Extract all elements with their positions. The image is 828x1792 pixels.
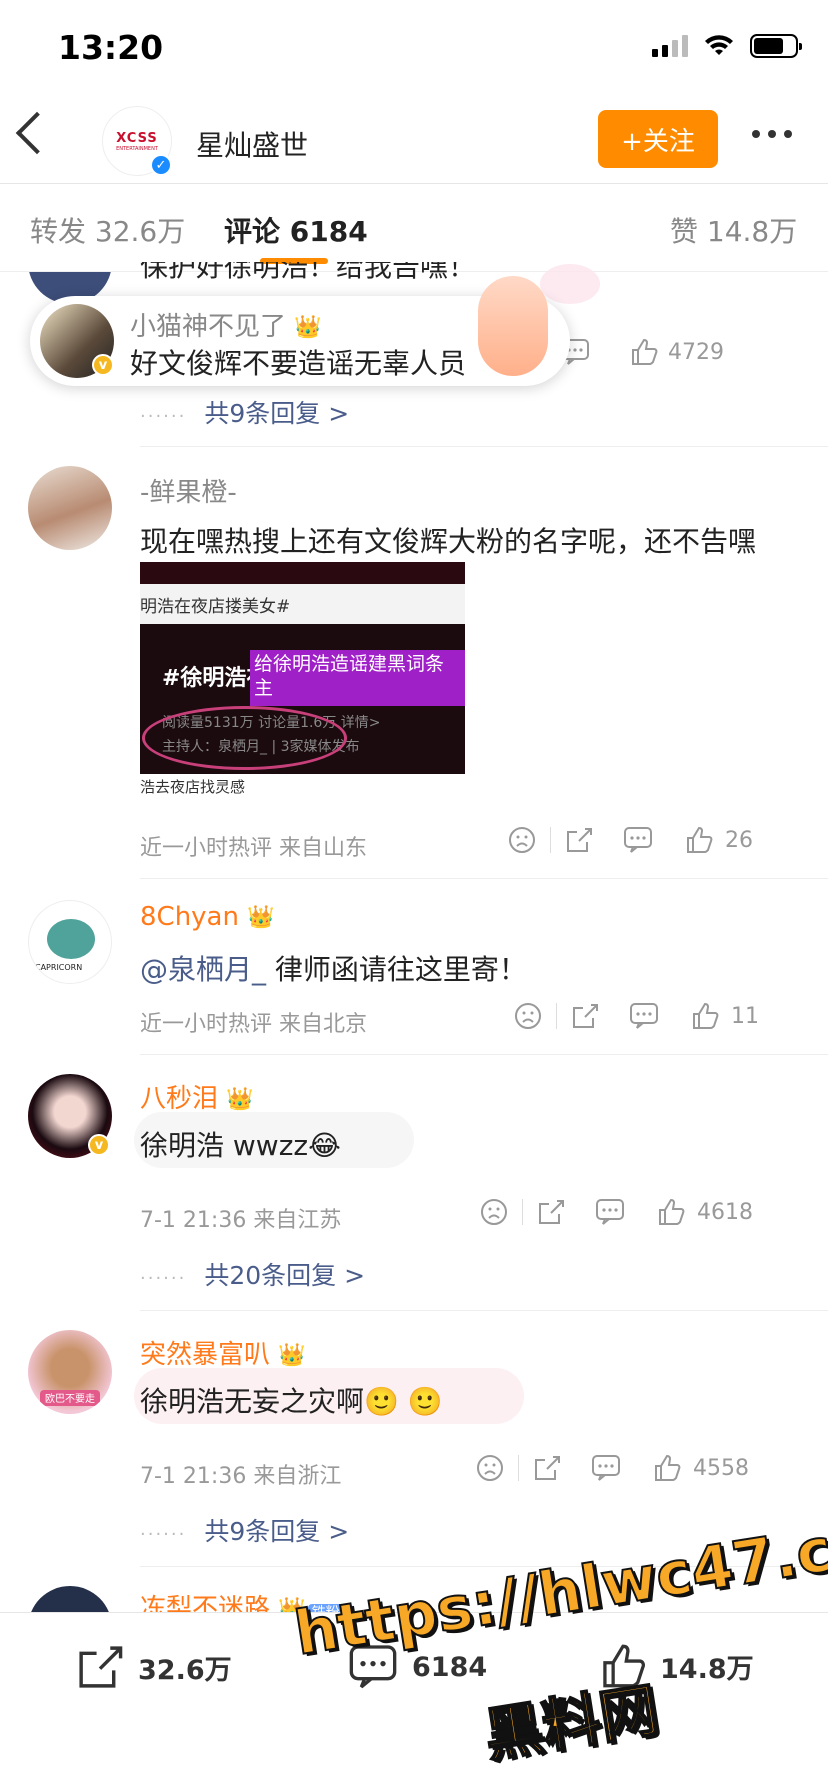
crown-icon: 👑 <box>278 1343 306 1368</box>
dislike-icon[interactable] <box>476 1454 504 1482</box>
tab-repost[interactable]: 转发 32.6万 <box>30 210 185 250</box>
comment-actions: 11 <box>514 1002 759 1030</box>
replies-text: 共9条回复 > <box>204 399 350 428</box>
like-icon[interactable] <box>653 1454 681 1482</box>
status-time: 13:20 <box>58 28 164 67</box>
replies-text: 共20条回复 > <box>204 1261 366 1290</box>
comment-image[interactable]: 明浩在夜店搂美女# #徐明浩在 给徐明浩造谣建黑词条主 阅读量5131万 讨论量… <box>140 562 465 802</box>
comment-text: 徐明浩无妄之灾啊🙂 🙂 <box>140 1385 443 1418</box>
share-icon[interactable] <box>565 826 593 854</box>
mention-link[interactable]: @泉栖月_ <box>140 953 266 986</box>
dislike-icon[interactable] <box>514 1002 542 1030</box>
comment-count: 6184 <box>412 1651 488 1683</box>
avatar-caption: 欧巴不要走 <box>40 1390 100 1406</box>
crown-icon: 👑 <box>247 905 275 930</box>
comment-icon[interactable] <box>591 1454 621 1482</box>
like-icon[interactable] <box>657 1198 685 1226</box>
like-count: 26 <box>725 827 753 853</box>
account-name[interactable]: 星灿盛世 <box>196 124 308 164</box>
like-count: 11 <box>731 1003 759 1029</box>
comment-divider <box>140 878 828 879</box>
verified-badge-icon: ✓ <box>150 154 172 176</box>
highlight-circle <box>142 706 347 770</box>
share-icon[interactable] <box>533 1454 561 1482</box>
avatar[interactable]: CAPRICORN <box>28 900 112 984</box>
like-count: 4618 <box>697 1199 753 1225</box>
repost-count: 32.6万 <box>138 1654 232 1686</box>
popup-username: 小猫神不见了 👑 <box>130 312 322 342</box>
sticker-decoration <box>540 264 600 304</box>
like-count: 14.8万 <box>660 1653 754 1685</box>
comment-icon[interactable] <box>623 826 653 854</box>
comment-actions: 4618 <box>480 1198 753 1226</box>
like-icon[interactable] <box>691 1002 719 1030</box>
share-icon[interactable] <box>537 1198 565 1226</box>
replies-text: 共9条回复 > <box>204 1517 350 1546</box>
avatar[interactable] <box>28 466 112 550</box>
hot-comment-popup[interactable]: v 小猫神不见了 👑 好文俊辉不要造谣无辜人员 <box>30 276 570 386</box>
battery-icon <box>750 34 802 58</box>
avatar-caption: CAPRICORN <box>35 963 83 972</box>
comment-meta: 近一小时热评 来自山东 <box>140 836 367 861</box>
comment-username[interactable]: 突然暴富叭 👑 <box>140 1334 306 1371</box>
comment-actions: 4558 <box>476 1454 749 1482</box>
comment-meta: 7-1 21:36 来自江苏 <box>140 1208 342 1233</box>
more-options-icon[interactable] <box>752 130 792 138</box>
avatar-logo-subtext: ENTERTAINMENT <box>116 145 158 152</box>
like-icon[interactable] <box>630 338 658 366</box>
dislike-icon[interactable] <box>508 826 536 854</box>
avatar[interactable]: 欧巴不要走 <box>28 1330 112 1414</box>
popup-text: 好文俊辉不要造谣无辜人员 <box>130 347 467 380</box>
comment-username[interactable]: 8Chyan 👑 <box>140 902 275 932</box>
comment-username[interactable]: -鲜果橙- <box>140 472 237 509</box>
tab-comments[interactable]: 评论 6184 <box>224 210 368 250</box>
view-replies-link[interactable]: ······ 共9条回复 > <box>140 394 349 430</box>
comment-text: 现在嘿热搜上还有文俊辉大粉的名字呢，还不告嘿 <box>140 525 757 558</box>
image-text-bottom: 浩去夜店找灵感 <box>140 778 246 796</box>
comment-actions: 4729 <box>560 338 724 366</box>
comment-meta: 7-1 21:36 来自浙江 <box>140 1464 342 1489</box>
dislike-icon[interactable] <box>480 1198 508 1226</box>
tab-likes[interactable]: 赞 14.8万 <box>670 210 797 250</box>
comment-icon[interactable] <box>629 1002 659 1030</box>
thumbs-up-sticker-icon <box>478 276 548 376</box>
vip-badge-icon: v <box>92 354 114 376</box>
like-count: 4729 <box>668 339 724 365</box>
avatar-logo-text: XCSS <box>116 130 158 146</box>
wifi-icon <box>705 35 733 55</box>
view-replies-link[interactable]: ······ 共9条回复 > <box>140 1512 349 1548</box>
cellular-signal-icon <box>652 35 688 57</box>
like-count: 4558 <box>693 1455 749 1481</box>
status-icons <box>652 34 802 58</box>
image-text-line: 明浩在夜店搂美女# <box>140 597 291 617</box>
header-divider <box>0 183 828 184</box>
back-arrow-icon[interactable] <box>15 111 59 155</box>
comment-divider <box>140 1054 828 1055</box>
comment-text: @泉栖月_ 律师函请往这里寄！ <box>140 953 527 986</box>
view-replies-link[interactable]: ······ 共20条回复 > <box>140 1256 365 1292</box>
comment-text: 徐明浩 wwzz😂 <box>140 1129 341 1162</box>
comment-divider <box>140 1310 828 1311</box>
repost-button[interactable]: 32.6万 <box>76 1643 232 1691</box>
crown-icon: 👑 <box>226 1087 254 1112</box>
comment-username[interactable]: 八秒泪 👑 <box>140 1078 254 1115</box>
comment-icon[interactable] <box>595 1198 625 1226</box>
comment-meta: 近一小时热评 来自北京 <box>140 1012 367 1037</box>
follow-button[interactable]: +关注 <box>598 110 718 168</box>
share-icon[interactable] <box>571 1002 599 1030</box>
comment-divider <box>140 446 828 447</box>
comment-actions: 26 <box>508 826 753 854</box>
repost-icon <box>79 1646 123 1688</box>
vip-badge-icon: v <box>88 1134 110 1156</box>
comment-text-partial: 保护好徐明浩！给我告嘿！ <box>140 262 477 283</box>
image-banner: 给徐明浩造谣建黑词条主 <box>250 650 465 706</box>
crown-icon: 👑 <box>294 315 322 340</box>
like-icon[interactable] <box>685 826 713 854</box>
